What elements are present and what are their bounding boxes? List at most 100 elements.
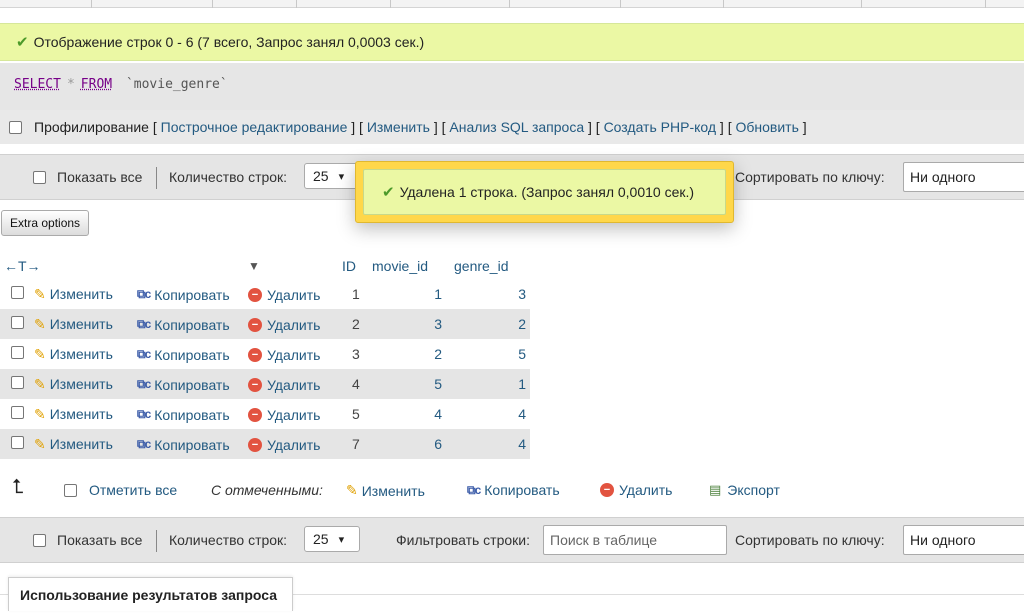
- rows-count-select[interactable]: 25 ▾: [304, 163, 360, 189]
- row-delete-button[interactable]: − Удалить: [248, 437, 320, 453]
- bulk-edit-button[interactable]: ✎ Изменить: [346, 482, 425, 499]
- pencil-icon: ✎: [34, 375, 46, 392]
- column-header-genre-id[interactable]: genre_id: [446, 252, 530, 279]
- row-edit-button[interactable]: ✎ Изменить: [34, 376, 113, 393]
- sort-by-key-label: Сортировать по ключу:: [735, 169, 885, 185]
- pencil-icon: ✎: [34, 405, 46, 422]
- show-all-checkbox[interactable]: [33, 171, 46, 184]
- sql-table-name: `movie_genre`: [125, 77, 228, 92]
- column-arrows-icon[interactable]: ←T→: [0, 252, 137, 279]
- pencil-icon: ✎: [346, 482, 358, 498]
- cell-id: 2: [334, 309, 364, 339]
- cell-movie-id[interactable]: 1: [364, 279, 446, 309]
- row-edit-button[interactable]: ✎ Изменить: [34, 346, 113, 363]
- chevron-down-icon: ▾: [338, 533, 345, 546]
- rows-count-label: Количество строк:: [169, 532, 288, 548]
- pencil-icon: ✎: [34, 435, 46, 452]
- cell-movie-id[interactable]: 3: [364, 309, 446, 339]
- cell-genre-id[interactable]: 2: [446, 309, 530, 339]
- delete-icon: −: [248, 348, 262, 362]
- show-all-label: Показать все: [57, 169, 143, 185]
- row-checkbox[interactable]: [11, 406, 24, 419]
- cell-id: 7: [334, 429, 364, 459]
- explain-sql-link[interactable]: Анализ SQL запроса: [449, 119, 584, 135]
- profiling-checkbox[interactable]: [9, 120, 22, 134]
- query-results-operations-header[interactable]: Использование результатов запроса: [8, 577, 293, 611]
- row-copy-button[interactable]: ⧉c Копировать: [137, 317, 230, 333]
- delete-icon: −: [248, 408, 262, 422]
- cell-genre-id[interactable]: 4: [446, 429, 530, 459]
- sort-by-key-label: Сортировать по ключу:: [735, 532, 885, 548]
- row-checkbox[interactable]: [11, 376, 24, 389]
- table-row: ✎ Изменить ⧉c Копировать − Удалить 7 6 4: [0, 429, 530, 459]
- edit-query-link[interactable]: Изменить: [367, 119, 430, 135]
- table-header-row: ←T→ ▼ ID movie_id genre_id: [0, 252, 530, 279]
- bulk-copy-button[interactable]: ⧉c Копировать: [467, 482, 560, 498]
- row-edit-button[interactable]: ✎ Изменить: [34, 436, 113, 453]
- table-row: ✎ Изменить ⧉c Копировать − Удалить 5 4 4: [0, 399, 530, 429]
- row-copy-button[interactable]: ⧉c Копировать: [137, 407, 230, 423]
- sort-by-key-select[interactable]: Ни одного: [903, 162, 1024, 192]
- row-checkbox[interactable]: [11, 286, 24, 299]
- row-checkbox[interactable]: [11, 316, 24, 329]
- cell-movie-id[interactable]: 4: [364, 399, 446, 429]
- filter-rows-input[interactable]: Поиск в таблице: [543, 525, 727, 555]
- show-all-checkbox[interactable]: [33, 534, 46, 547]
- inline-edit-link[interactable]: Построчное редактирование: [161, 119, 348, 135]
- row-copy-button[interactable]: ⧉c Копировать: [137, 377, 230, 393]
- check-all-link[interactable]: Отметить все: [89, 482, 177, 498]
- sql-select-keyword[interactable]: SELECT: [14, 77, 61, 92]
- chevron-down-icon: ▾: [338, 170, 345, 183]
- row-edit-button[interactable]: ✎ Изменить: [34, 316, 113, 333]
- row-copy-button[interactable]: ⧉c Копировать: [137, 347, 230, 363]
- check-all-checkbox[interactable]: [64, 484, 77, 497]
- cell-movie-id[interactable]: 2: [364, 339, 446, 369]
- row-edit-button[interactable]: ✎ Изменить: [34, 286, 113, 303]
- bulk-export-button[interactable]: ▤ Экспорт: [709, 482, 780, 498]
- sort-by-key-value: Ни одного: [910, 532, 976, 548]
- cell-id: 5: [334, 399, 364, 429]
- rows-count-select[interactable]: 25 ▾: [304, 526, 360, 552]
- cell-genre-id[interactable]: 5: [446, 339, 530, 369]
- row-delete-button[interactable]: − Удалить: [248, 317, 320, 333]
- cell-genre-id[interactable]: 1: [446, 369, 530, 399]
- extra-options-button[interactable]: Extra options: [1, 210, 90, 236]
- cell-id: 3: [334, 339, 364, 369]
- filter-rows-label: Фильтровать строки:: [396, 532, 530, 548]
- bulk-delete-button[interactable]: − Удалить: [600, 482, 672, 498]
- row-delete-button[interactable]: − Удалить: [248, 377, 320, 393]
- cell-genre-id[interactable]: 3: [446, 279, 530, 309]
- row-edit-button[interactable]: ✎ Изменить: [34, 406, 113, 423]
- column-header-movie-id[interactable]: movie_id: [364, 252, 446, 279]
- result-message-bar: ✔ Отображение строк 0 - 6 (7 всего, Запр…: [0, 23, 1024, 61]
- row-checkbox[interactable]: [11, 346, 24, 359]
- copy-icon: ⧉c: [137, 407, 151, 422]
- sort-triangle-icon[interactable]: ▼: [248, 252, 334, 279]
- pencil-icon: ✎: [34, 285, 46, 302]
- delete-icon: −: [248, 378, 262, 392]
- filter-rows-placeholder: Поиск в таблице: [550, 532, 658, 548]
- delete-icon: −: [248, 438, 262, 452]
- row-copy-button[interactable]: ⧉c Копировать: [137, 287, 230, 303]
- delete-icon: −: [248, 318, 262, 332]
- row-delete-button[interactable]: − Удалить: [248, 347, 320, 363]
- notification-toast[interactable]: ✔ Удалена 1 строка. (Запрос занял 0,0010…: [355, 161, 734, 223]
- nav-bar-bottom: Показать все Количество строк: 25 ▾ Фильт…: [0, 517, 1024, 563]
- with-selected-label: С отмеченными:: [211, 482, 323, 498]
- cell-id: 4: [334, 369, 364, 399]
- rows-count-label: Количество строк:: [169, 169, 288, 185]
- sql-from-keyword[interactable]: FROM: [81, 77, 112, 92]
- sort-by-key-select[interactable]: Ни одного: [903, 525, 1024, 555]
- refresh-link[interactable]: Обновить: [736, 119, 799, 135]
- row-delete-button[interactable]: − Удалить: [248, 407, 320, 423]
- row-copy-button[interactable]: ⧉c Копировать: [137, 437, 230, 453]
- cell-genre-id[interactable]: 4: [446, 399, 530, 429]
- column-header-id[interactable]: ID: [334, 252, 364, 279]
- copy-icon: ⧉c: [137, 437, 151, 452]
- table-row: ✎ Изменить ⧉c Копировать − Удалить 4 5 1: [0, 369, 530, 399]
- create-php-code-link[interactable]: Создать PHP-код: [604, 119, 716, 135]
- row-delete-button[interactable]: − Удалить: [248, 287, 320, 303]
- cell-movie-id[interactable]: 6: [364, 429, 446, 459]
- row-checkbox[interactable]: [11, 436, 24, 449]
- cell-movie-id[interactable]: 5: [364, 369, 446, 399]
